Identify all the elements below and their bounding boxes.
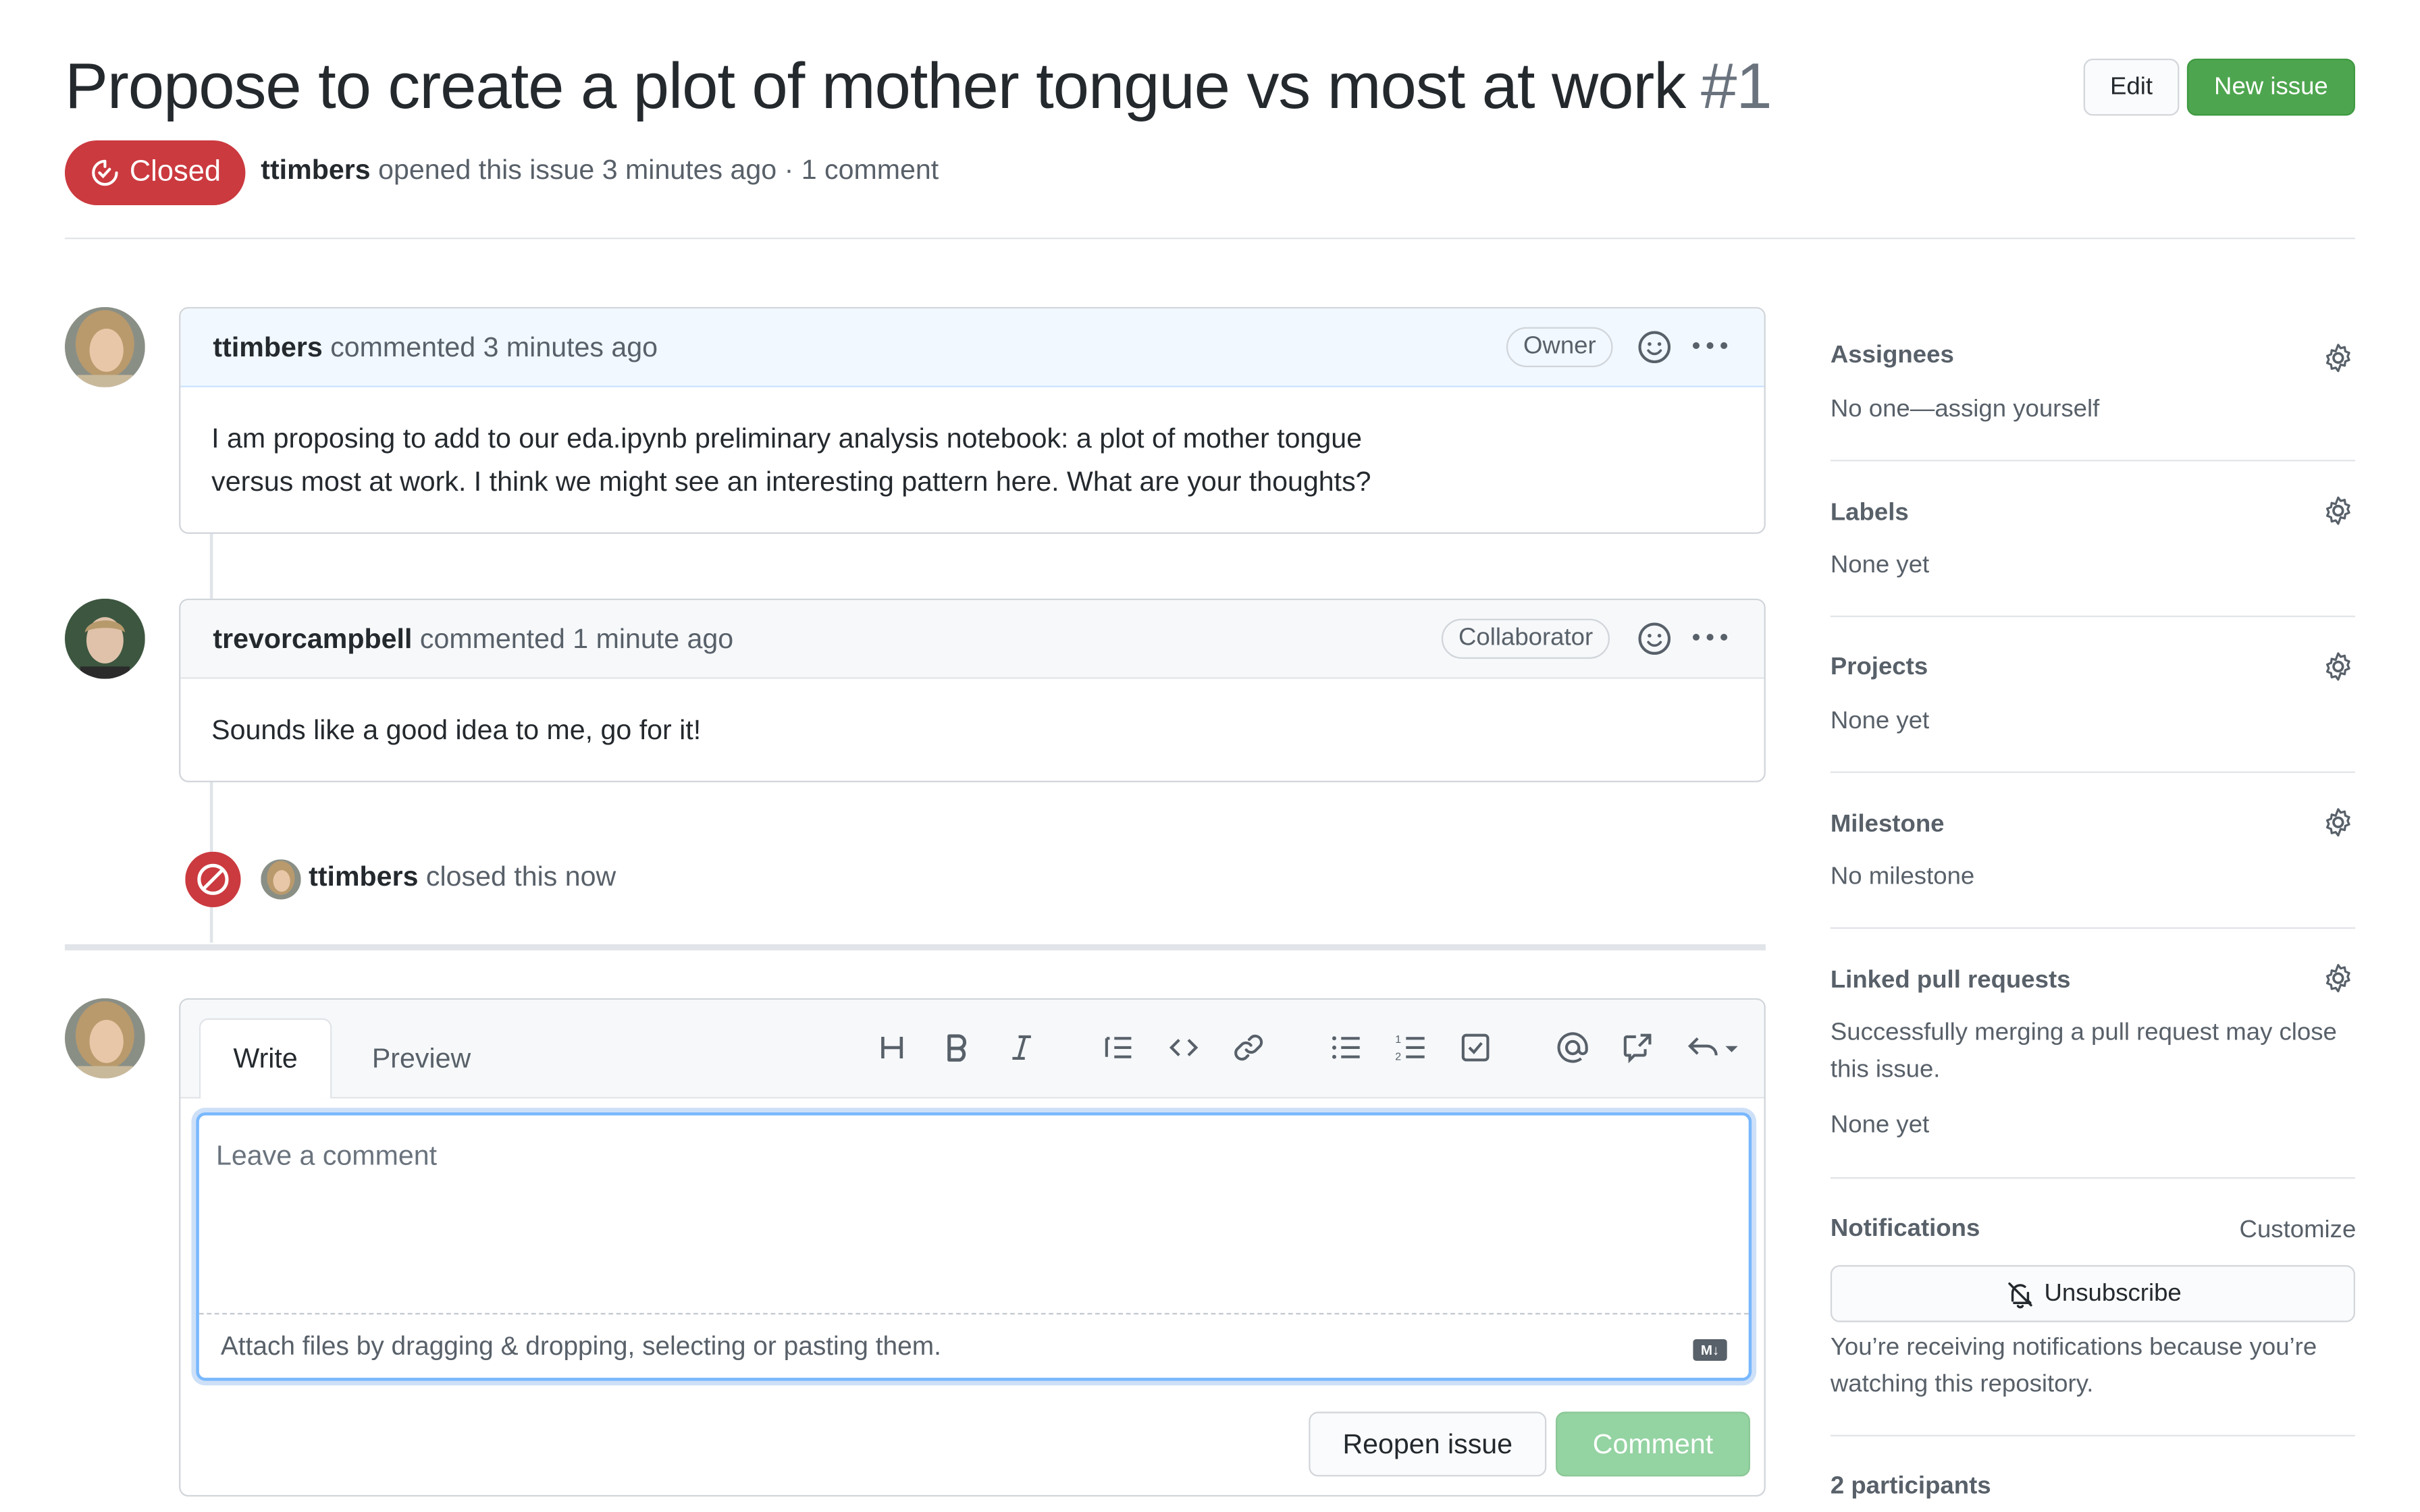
bold-icon[interactable] [940, 1031, 974, 1064]
comment-editor: Write Preview 1 2 Leave a comment Attach… [179, 998, 1766, 1497]
sidebar-notifications-title: Notifications [1830, 1216, 1980, 1242]
avatar [64, 998, 145, 1079]
sidebar-assignees-value[interactable]: No one—assign yourself [1831, 392, 2099, 429]
smiley-icon[interactable] [1636, 620, 1673, 657]
smiley-icon[interactable] [1636, 329, 1673, 366]
unsubscribe-label: Unsubscribe [2044, 1279, 2182, 1306]
attach-files-link[interactable]: Attach files by dragging & dropping, sel… [221, 1332, 941, 1363]
edit-button[interactable]: Edit [2083, 58, 2180, 116]
quote-icon[interactable] [1102, 1031, 1136, 1064]
sidebar-linked-prs-value: None yet [1830, 1112, 1930, 1139]
event-description: closed this now [425, 861, 616, 892]
sidebar-divider [1830, 1434, 2355, 1436]
issue-meta: ttimbers opened this issue 3 minutes ago… [261, 155, 939, 187]
attach-divider [199, 1313, 1749, 1315]
heading-icon[interactable] [875, 1031, 909, 1064]
sidebar-divider [1830, 927, 2355, 929]
sidebar-participants-title: 2 participants [1830, 1473, 1991, 1500]
sidebar-projects-value: None yet [1830, 708, 1930, 734]
tab-write[interactable]: Write [199, 1018, 332, 1099]
comment-button[interactable]: Comment [1555, 1411, 1750, 1477]
gear-icon[interactable] [2323, 963, 2354, 994]
comment-author[interactable]: ttimbers [213, 331, 322, 362]
sidebar-divider [1830, 460, 2355, 462]
comment-placeholder: Leave a comment [215, 1140, 438, 1171]
sidebar-divider [1830, 615, 2355, 618]
avatar[interactable] [64, 306, 145, 387]
event-actor[interactable]: ttimbers [309, 861, 418, 892]
comment-author[interactable]: trevorcampbell [213, 623, 412, 654]
issue-title: Propose to create a plot of mother tongu… [64, 43, 1772, 130]
sidebar-divider [1830, 771, 2355, 774]
italic-icon[interactable] [1005, 1031, 1038, 1064]
sidebar-linked-prs-title[interactable]: Linked pull requests [1831, 967, 2071, 995]
closed-event-icon [185, 851, 241, 907]
timeline-divider [64, 944, 1766, 950]
ordered-list-icon[interactable]: 1 2 [1394, 1031, 1427, 1064]
gear-icon[interactable] [2323, 651, 2354, 682]
mention-icon[interactable] [1556, 1031, 1589, 1064]
avatar[interactable] [261, 859, 301, 900]
gear-icon[interactable] [2323, 495, 2354, 526]
customize-link[interactable]: Customize [2240, 1213, 2357, 1250]
comment-body: Sounds like a good idea to me, go for it… [211, 714, 702, 745]
tab-preview[interactable]: Preview [372, 1043, 471, 1075]
gear-icon[interactable] [2323, 807, 2354, 838]
issue-number: #1 [1700, 49, 1772, 122]
gear-icon[interactable] [2323, 342, 2354, 373]
closed-issue-icon [92, 159, 118, 186]
sidebar-linked-prs-note: Successfully merging a pull request may … [1830, 1019, 2337, 1083]
avatar[interactable] [64, 598, 145, 679]
issue-author-link[interactable]: ttimbers [261, 155, 370, 186]
reply-icon[interactable] [1685, 1031, 1744, 1064]
issue-opened-text: opened this issue 3 minutes ago · 1 comm… [378, 154, 939, 186]
closed-event-text: ttimbers closed this now [309, 861, 616, 893]
timeline-line [209, 532, 213, 599]
markdown-icon[interactable]: M↓ [1693, 1339, 1727, 1361]
sidebar-assignees-title[interactable]: Assignees [1831, 342, 1954, 370]
owner-badge: Owner [1506, 327, 1613, 367]
svg-text:2: 2 [1395, 1051, 1401, 1062]
cross-reference-icon[interactable] [1621, 1031, 1654, 1064]
comment-timestamp[interactable]: commented 1 minute ago [420, 623, 733, 654]
unordered-list-icon[interactable] [1329, 1031, 1363, 1064]
sidebar-milestone-value: No milestone [1830, 863, 1975, 890]
status-badge: Closed [64, 140, 246, 205]
comment-card: ttimbers commented 3 minutes ago Owner I… [179, 306, 1766, 534]
issue-title-text: Propose to create a plot of mother tongu… [64, 49, 1686, 122]
unsubscribe-button[interactable]: Unsubscribe [1830, 1265, 2355, 1322]
bell-slash-icon [2007, 1281, 2032, 1308]
code-icon[interactable] [1167, 1031, 1201, 1064]
collaborator-badge: Collaborator [1441, 618, 1610, 659]
sidebar-milestone-title[interactable]: Milestone [1831, 811, 1945, 839]
comment-card: trevorcampbell commented 1 minute ago Co… [179, 598, 1766, 782]
kebab-menu-icon[interactable] [1691, 630, 1729, 645]
comment-textarea[interactable]: Leave a comment Attach files by dragging… [196, 1112, 1752, 1381]
new-issue-button[interactable]: New issue [2186, 58, 2355, 116]
sidebar-notifications-note: You’re receiving notifications because y… [1830, 1334, 2317, 1398]
sidebar-labels-title[interactable]: Labels [1831, 500, 1909, 528]
task-list-icon[interactable] [1458, 1031, 1492, 1064]
status-label: Closed [129, 155, 221, 188]
link-icon[interactable] [1232, 1031, 1265, 1064]
header-divider [64, 237, 2355, 240]
sidebar-labels-value: None yet [1830, 552, 1930, 579]
sidebar-divider [1830, 1177, 2355, 1179]
kebab-menu-icon[interactable] [1691, 338, 1729, 354]
comment-timestamp[interactable]: commented 3 minutes ago [330, 331, 658, 362]
reopen-issue-button[interactable]: Reopen issue [1309, 1411, 1547, 1477]
svg-text:1: 1 [1395, 1034, 1401, 1046]
sidebar-projects-title[interactable]: Projects [1831, 654, 1928, 682]
comment-body: I am proposing to add to our eda.ipynb p… [211, 423, 1371, 497]
